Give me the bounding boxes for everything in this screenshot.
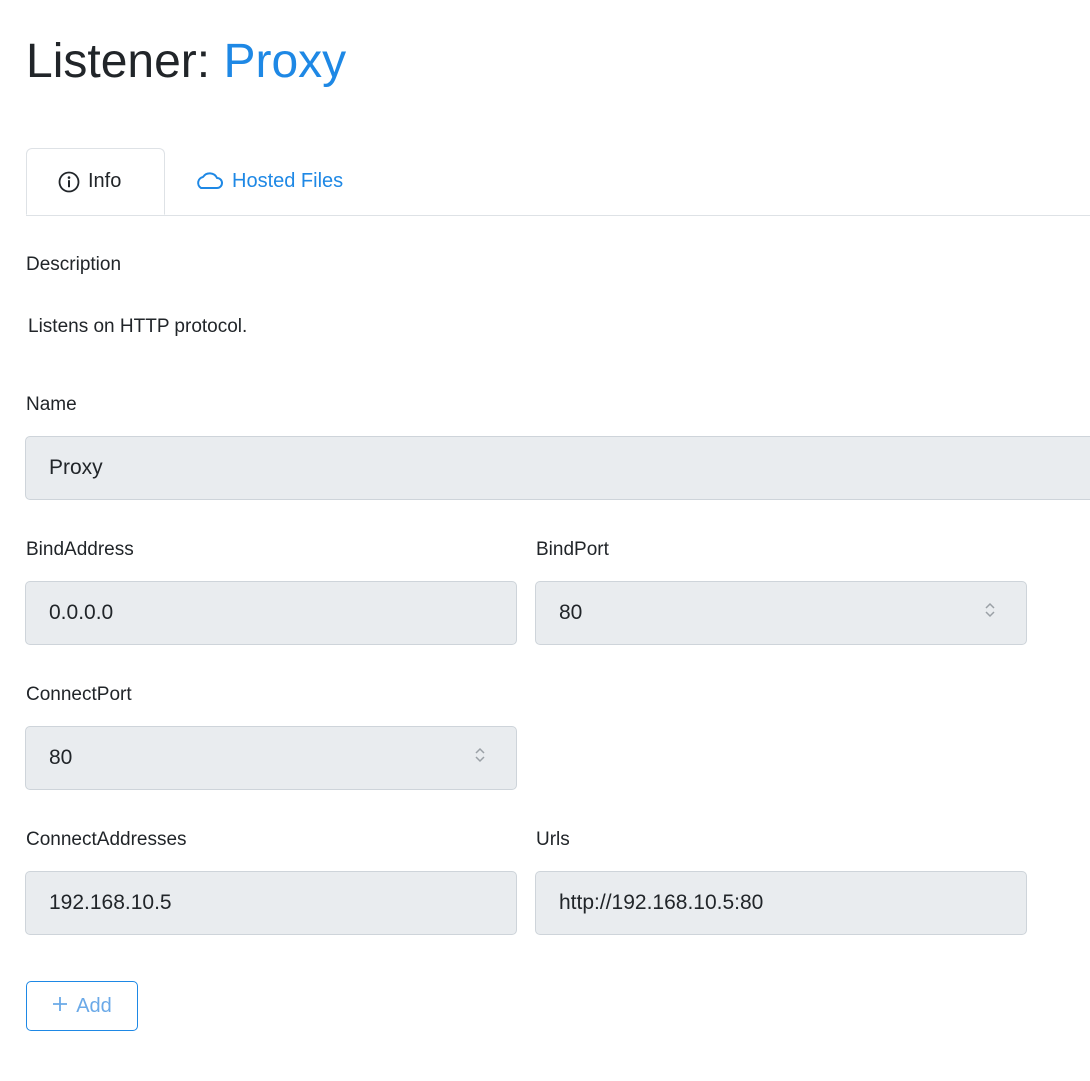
urls-value: http://192.168.10.5:80 <box>559 891 764 914</box>
tab-hosted-files[interactable]: Hosted Files <box>194 148 343 214</box>
bind-address-field[interactable]: 0.0.0.0 <box>25 581 517 645</box>
connect-port-field[interactable]: 80 <box>25 726 517 790</box>
info-icon <box>58 171 80 193</box>
name-label: Name <box>26 394 77 415</box>
connect-addresses-field[interactable]: 192.168.10.5 <box>25 871 517 935</box>
listener-name-title: Proxy <box>223 35 347 88</box>
connect-port-value: 80 <box>49 746 73 769</box>
connect-port-label: ConnectPort <box>26 684 132 705</box>
plus-icon <box>52 995 68 1018</box>
description-text: Listens on HTTP protocol. <box>28 316 248 337</box>
description-label: Description <box>26 254 122 275</box>
tab-hosted-files-label: Hosted Files <box>232 169 344 192</box>
listener-page: Listener: Proxy Info Hosted Files Descri… <box>0 0 1090 1081</box>
bind-address-value: 0.0.0.0 <box>49 601 114 624</box>
bind-port-field[interactable]: 80 <box>535 581 1027 645</box>
tab-bar: Info Hosted Files <box>26 148 1090 216</box>
bind-port-label: BindPort <box>536 539 609 560</box>
connect-addresses-label: ConnectAddresses <box>26 829 187 850</box>
connect-addresses-value: 192.168.10.5 <box>49 891 172 914</box>
add-button[interactable]: Add <box>26 981 138 1031</box>
urls-label: Urls <box>536 829 570 850</box>
bind-port-value: 80 <box>559 601 583 624</box>
name-field-value: Proxy <box>49 456 103 479</box>
spinner-chevrons-icon[interactable] <box>474 744 486 772</box>
page-title-prefix: Listener: <box>26 35 211 88</box>
tab-info-label: Info <box>88 170 122 192</box>
bind-address-label: BindAddress <box>26 539 134 560</box>
urls-field[interactable]: http://192.168.10.5:80 <box>535 871 1027 935</box>
add-button-label: Add <box>76 994 112 1017</box>
page-title: Listener: Proxy <box>26 30 346 94</box>
tab-info[interactable]: Info <box>26 148 165 215</box>
name-field[interactable]: Proxy <box>25 436 1090 500</box>
spinner-chevrons-icon[interactable] <box>984 599 996 627</box>
cloud-icon <box>194 170 224 192</box>
